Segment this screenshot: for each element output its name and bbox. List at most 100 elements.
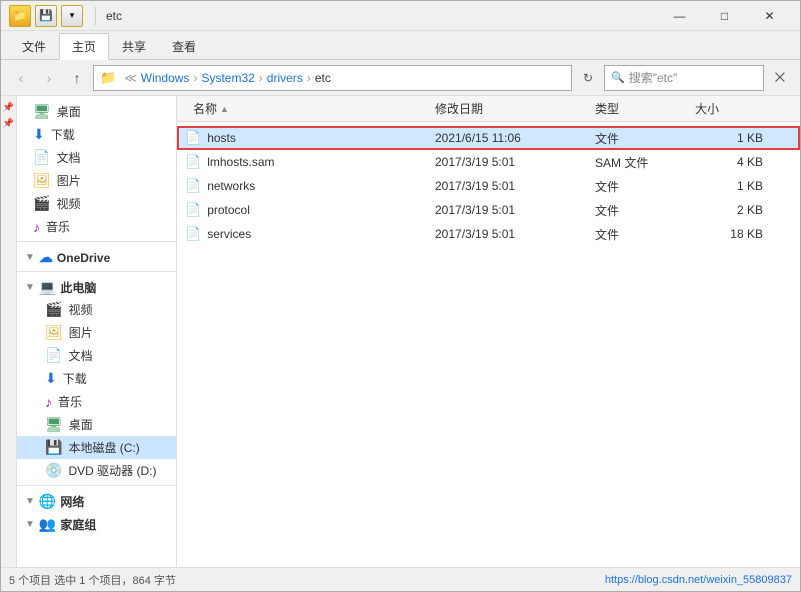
sidebar-item-music2[interactable]: ♪ 音乐 bbox=[17, 390, 176, 413]
sidebar-item-dvd[interactable]: 💿 DVD 驱动器 (D:) bbox=[17, 459, 176, 482]
col-header-size[interactable]: 大小 bbox=[695, 100, 775, 117]
path-windows[interactable]: Windows bbox=[141, 71, 190, 85]
path-system32[interactable]: System32 bbox=[201, 71, 254, 85]
col-header-type[interactable]: 类型 bbox=[595, 100, 695, 117]
folder-icon: 📁 bbox=[9, 5, 31, 27]
sidebar-item-docs2[interactable]: 📄 文档 bbox=[17, 344, 176, 367]
sidebar-label-download2: 下载 bbox=[63, 370, 87, 387]
desktop-icon: 🖥 bbox=[33, 103, 51, 120]
network-icon: 🌐 bbox=[39, 493, 56, 510]
window-title: etc bbox=[102, 9, 657, 23]
videos-icon: 🎬 bbox=[33, 195, 50, 212]
search-bar[interactable]: 🔍 搜索"etc" bbox=[604, 65, 764, 91]
docs-icon: 📄 bbox=[33, 149, 50, 166]
tab-view[interactable]: 查看 bbox=[159, 33, 209, 59]
sidebar-label-music2: 音乐 bbox=[58, 393, 82, 410]
file-size-hosts: 1 KB bbox=[695, 131, 775, 145]
minimize-button[interactable]: — bbox=[657, 1, 702, 31]
file-type-hosts: 文件 bbox=[595, 130, 695, 147]
file-name-networks: networks bbox=[207, 179, 255, 193]
watermark: https://blog.csdn.net/weixin_55809837 bbox=[605, 574, 792, 586]
file-name-protocol: protocol bbox=[207, 203, 250, 217]
sidebar-label-dvd: DVD 驱动器 (D:) bbox=[68, 462, 156, 479]
sidebar-homegroup-header[interactable]: ▼ 👥 家庭组 bbox=[17, 512, 176, 535]
path-etc: etc bbox=[315, 71, 331, 85]
sidebar-item-docs[interactable]: 📄 文档 bbox=[17, 146, 176, 169]
file-icon-hosts: 📄 bbox=[185, 130, 201, 146]
sidebar-item-videos[interactable]: 🎬 视频 bbox=[17, 192, 176, 215]
file-type-protocol: 文件 bbox=[595, 202, 695, 219]
file-icon-cell-hosts: 📄 hosts bbox=[185, 130, 435, 146]
expand-icon-homegroup: ▼ bbox=[25, 519, 35, 530]
path-drivers[interactable]: drivers bbox=[267, 71, 303, 85]
refresh-button[interactable]: ↻ bbox=[576, 66, 600, 90]
arrow-icon: ▾ bbox=[61, 5, 83, 27]
tab-share[interactable]: 共享 bbox=[109, 33, 159, 59]
file-row-networks[interactable]: 📄 networks 2017/3/19 5:01 文件 1 KB bbox=[177, 174, 800, 198]
file-date-protocol: 2017/3/19 5:01 bbox=[435, 203, 595, 217]
sidebar-computer-header[interactable]: ▼ 💻 此电脑 bbox=[17, 275, 176, 298]
sidebar-label-homegroup: 家庭组 bbox=[60, 516, 96, 533]
sidebar-item-local-disk[interactable]: 💾 本地磁盘 (C:) bbox=[17, 436, 176, 459]
docs2-icon: 📄 bbox=[45, 347, 62, 364]
homegroup-icon: 👥 bbox=[39, 516, 56, 533]
quick-access-pins: 📌 📌 bbox=[1, 96, 17, 567]
pin-button-2[interactable]: 📌 bbox=[2, 116, 16, 130]
sidebar-item-pics2[interactable]: 🖼 图片 bbox=[17, 321, 176, 344]
file-row-hosts[interactable]: 📄 hosts 2021/6/15 11:06 文件 1 KB bbox=[177, 126, 800, 150]
sidebar: 🖥 桌面 ⬇ 下载 📄 文档 🖼 图片 🎬 视频 bbox=[17, 96, 177, 567]
col-header-name[interactable]: 名称 ▲ bbox=[185, 100, 435, 117]
tab-file[interactable]: 文件 bbox=[9, 33, 59, 59]
file-size-protocol: 2 KB bbox=[695, 203, 775, 217]
download2-icon: ⬇ bbox=[45, 370, 57, 387]
file-icon-services: 📄 bbox=[185, 226, 201, 242]
sidebar-divider-1 bbox=[17, 241, 176, 242]
address-folder-icon: 📁 bbox=[100, 70, 116, 86]
sidebar-label-pics2: 图片 bbox=[69, 324, 93, 341]
close-button[interactable]: ✕ bbox=[747, 1, 792, 31]
search-button[interactable]: ⨉ bbox=[768, 66, 792, 90]
address-path: ≪ Windows › System32 › drivers › etc bbox=[120, 71, 565, 85]
onedrive-icon: ☁ bbox=[39, 249, 53, 266]
file-size-services: 18 KB bbox=[695, 227, 775, 241]
sidebar-network-header[interactable]: ▼ 🌐 网络 bbox=[17, 489, 176, 512]
sidebar-label-desktop2: 桌面 bbox=[69, 416, 93, 433]
address-area: ‹ › ↑ 📁 ≪ Windows › System32 › drivers ›… bbox=[1, 60, 800, 96]
title-separator bbox=[95, 7, 96, 25]
file-explorer-window: 📁 💾 ▾ etc — □ ✕ 文件 主页 共享 查看 ‹ › ↑ 📁 ≪ Wi… bbox=[0, 0, 801, 592]
file-icon-cell-lmhosts: 📄 lmhosts.sam bbox=[185, 154, 435, 170]
file-icon-protocol: 📄 bbox=[185, 202, 201, 218]
sidebar-item-music[interactable]: ♪ 音乐 bbox=[17, 215, 176, 238]
status-text: 5 个项目 选中 1 个项目，864 字节 bbox=[9, 572, 597, 588]
file-name-services: services bbox=[207, 227, 251, 241]
main-content: 📌 📌 🖥 桌面 ⬇ 下载 📄 文档 🖼 bbox=[1, 96, 800, 567]
sidebar-onedrive-header[interactable]: ▼ ☁ OneDrive bbox=[17, 245, 176, 268]
pics2-icon: 🖼 bbox=[45, 324, 63, 341]
file-date-networks: 2017/3/19 5:01 bbox=[435, 179, 595, 193]
file-row-protocol[interactable]: 📄 protocol 2017/3/19 5:01 文件 2 KB bbox=[177, 198, 800, 222]
sidebar-item-desktop[interactable]: 🖥 桌面 bbox=[17, 100, 176, 123]
tab-home[interactable]: 主页 bbox=[59, 33, 109, 60]
address-bar[interactable]: 📁 ≪ Windows › System32 › drivers › etc bbox=[93, 65, 572, 91]
back-button[interactable]: ‹ bbox=[9, 66, 33, 90]
sidebar-item-desktop2[interactable]: 🖥 桌面 bbox=[17, 413, 176, 436]
save-icon: 💾 bbox=[35, 5, 57, 27]
sidebar-item-download[interactable]: ⬇ 下载 bbox=[17, 123, 176, 146]
sidebar-item-videos2[interactable]: 🎬 视频 bbox=[17, 298, 176, 321]
pin-button-1[interactable]: 📌 bbox=[2, 100, 16, 114]
forward-button[interactable]: › bbox=[37, 66, 61, 90]
col-header-date[interactable]: 修改日期 bbox=[435, 100, 595, 117]
sidebar-item-download2[interactable]: ⬇ 下载 bbox=[17, 367, 176, 390]
sidebar-label-videos2: 视频 bbox=[68, 301, 92, 318]
file-row-lmhosts[interactable]: 📄 lmhosts.sam 2017/3/19 5:01 SAM 文件 4 KB bbox=[177, 150, 800, 174]
status-bar: 5 个项目 选中 1 个项目，864 字节 https://blog.csdn.… bbox=[1, 567, 800, 591]
sidebar-divider-2 bbox=[17, 271, 176, 272]
file-row-services[interactable]: 📄 services 2017/3/19 5:01 文件 18 KB bbox=[177, 222, 800, 246]
sidebar-item-pics[interactable]: 🖼 图片 bbox=[17, 169, 176, 192]
file-size-lmhosts: 4 KB bbox=[695, 155, 775, 169]
file-icon-cell-networks: 📄 networks bbox=[185, 178, 435, 194]
file-list-body: 📄 hosts 2021/6/15 11:06 文件 1 KB 📄 lmhost… bbox=[177, 122, 800, 567]
file-size-networks: 1 KB bbox=[695, 179, 775, 193]
up-button[interactable]: ↑ bbox=[65, 66, 89, 90]
maximize-button[interactable]: □ bbox=[702, 1, 747, 31]
